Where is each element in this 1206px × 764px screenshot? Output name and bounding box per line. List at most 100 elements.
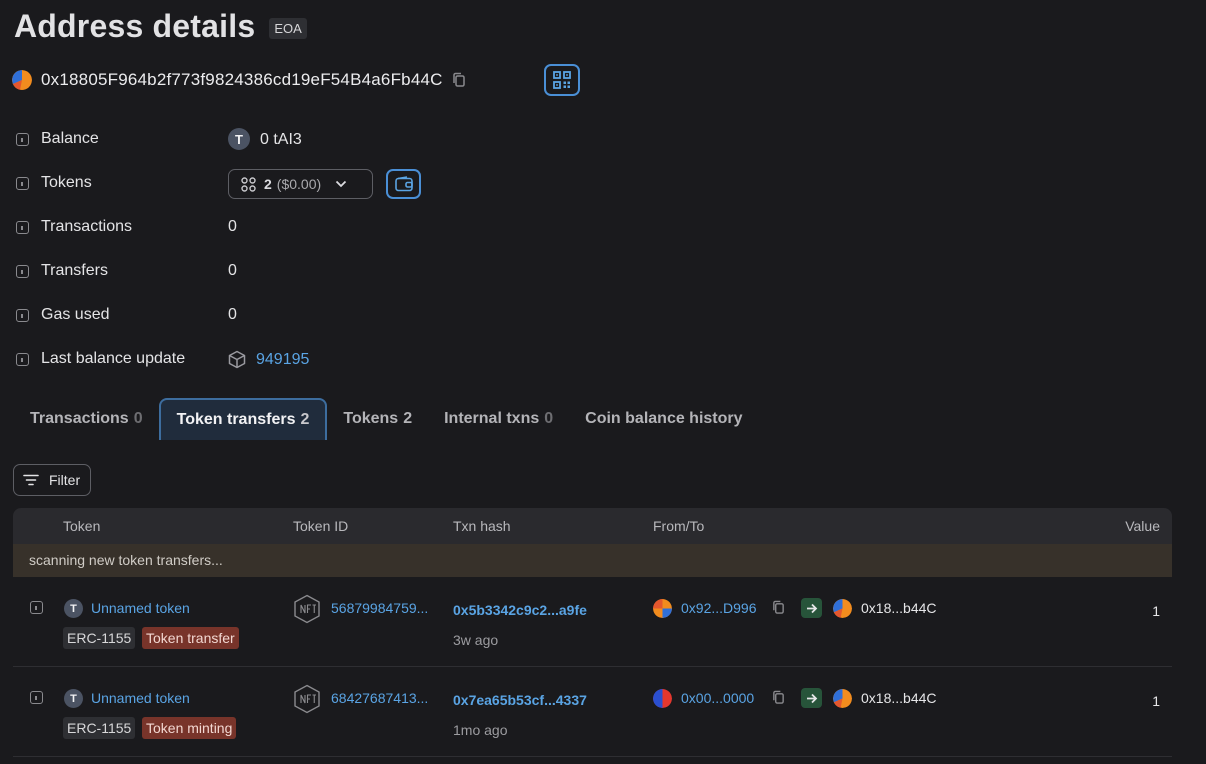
filter-label: Filter xyxy=(49,472,81,488)
page-header: Address details EOA xyxy=(14,8,307,45)
arrow-right-icon xyxy=(806,603,817,613)
column-header-token: Token xyxy=(63,518,101,534)
page-title: Address details xyxy=(14,8,256,44)
transactions-label: Transactions xyxy=(41,218,132,235)
txn-hash-link[interactable]: 0x7ea65b53cf...4337 xyxy=(453,692,587,708)
scanning-banner: scanning new token transfers... xyxy=(13,544,1172,577)
block-cube-icon xyxy=(228,350,246,369)
txn-hash-link[interactable]: 0x5b3342c9c2...a9fe xyxy=(453,602,587,618)
block-number-link[interactable]: 949195 xyxy=(256,351,309,369)
txn-age: 1mo ago xyxy=(453,722,508,738)
address-avatar xyxy=(12,70,32,90)
tab-coin-balance-history[interactable]: Coin balance history xyxy=(569,398,758,440)
transfer-value: 1 xyxy=(1152,603,1160,619)
tab-count: 2 xyxy=(403,410,413,427)
from-address-link[interactable]: 0x92...D996 xyxy=(681,600,757,616)
wallet-icon xyxy=(394,176,413,192)
token-name-link[interactable]: Unnamed token xyxy=(91,600,190,616)
filter-icon xyxy=(23,474,39,486)
direction-in-badge xyxy=(801,688,822,708)
wallet-button[interactable] xyxy=(386,169,421,199)
balance-row: Balance T 0 tAI3 xyxy=(16,118,516,162)
info-icon[interactable] xyxy=(16,177,29,190)
tab-count: 0 xyxy=(133,410,143,427)
to-avatar xyxy=(833,689,852,708)
transfer-value: 1 xyxy=(1152,693,1160,709)
token-logo-icon: T xyxy=(64,599,83,618)
balance-label: Balance xyxy=(41,130,99,147)
transfer-type-badge: Token minting xyxy=(142,717,237,739)
copy-icon[interactable] xyxy=(452,72,466,88)
tab-label: Token transfers xyxy=(176,411,296,428)
tab-internal-txns[interactable]: Internal txns 0 xyxy=(428,398,569,440)
token-id-link[interactable]: 68427687413... xyxy=(331,690,428,706)
tab-label: Coin balance history xyxy=(585,410,743,427)
table-row: T Unnamed token ERC-1155 Token minting 6… xyxy=(13,667,1172,757)
transfers-value: 0 xyxy=(228,262,237,279)
gas-used-label: Gas used xyxy=(41,306,110,323)
to-address: 0x18...b44C xyxy=(861,690,937,706)
direction-in-badge xyxy=(801,598,822,618)
qr-code-icon xyxy=(553,71,571,89)
token-id-link[interactable]: 56879984759... xyxy=(331,600,428,616)
transactions-value: 0 xyxy=(228,218,237,235)
to-address: 0x18...b44C xyxy=(861,600,937,616)
copy-icon[interactable] xyxy=(772,690,785,705)
tab-transactions[interactable]: Transactions 0 xyxy=(14,398,159,440)
tab-label: Internal txns xyxy=(444,410,540,427)
last-balance-update-row: Last balance update 949195 xyxy=(16,338,516,382)
info-icon[interactable] xyxy=(16,133,29,146)
tokens-count: 2 xyxy=(264,176,272,192)
tokens-usd: ($0.00) xyxy=(276,176,322,192)
column-header-from-to: From/To xyxy=(653,518,705,534)
txn-age: 3w ago xyxy=(453,632,499,648)
eoa-badge: EOA xyxy=(269,18,307,39)
tokens-grid-icon xyxy=(241,176,256,192)
from-avatar xyxy=(653,599,672,618)
info-icon[interactable] xyxy=(30,691,43,704)
copy-icon[interactable] xyxy=(772,600,785,615)
from-address-link[interactable]: 0x00...0000 xyxy=(681,690,754,706)
last-balance-update-value: 949195 xyxy=(228,350,309,369)
info-icon[interactable] xyxy=(16,221,29,234)
tokens-label: Tokens xyxy=(41,174,92,191)
transactions-row: Transactions 0 xyxy=(16,206,516,250)
transfer-type-badge: Token transfer xyxy=(142,627,239,649)
token-standard-badge: ERC-1155 xyxy=(63,717,136,739)
info-icon[interactable] xyxy=(16,309,29,322)
info-icon[interactable] xyxy=(16,353,29,366)
scanning-text: scanning new token transfers... xyxy=(29,552,223,568)
arrow-right-icon xyxy=(806,693,817,703)
nft-icon xyxy=(294,684,320,714)
column-header-txn-hash: Txn hash xyxy=(453,518,511,534)
tab-token-transfers[interactable]: Token transfers 2 xyxy=(158,398,328,440)
address-hash[interactable]: 0x18805F964b2f773f9824386cd19eF54B4a6Fb4… xyxy=(41,70,443,90)
token-logo-icon: T xyxy=(64,689,83,708)
nft-icon xyxy=(294,594,320,624)
info-icon[interactable] xyxy=(30,601,43,614)
token-standard-badge: ERC-1155 xyxy=(63,627,136,649)
address-tabs: Transactions 0 Token transfers 2 Tokens … xyxy=(14,398,759,440)
qr-code-button[interactable] xyxy=(544,64,580,96)
tab-tokens[interactable]: Tokens 2 xyxy=(327,398,428,440)
tab-count: 0 xyxy=(544,410,554,427)
filter-button[interactable]: Filter xyxy=(13,464,91,496)
chevron-down-icon xyxy=(336,180,347,188)
info-icon[interactable] xyxy=(16,265,29,278)
balance-value: T 0 tAI3 xyxy=(228,128,302,150)
token-name-link[interactable]: Unnamed token xyxy=(91,690,190,706)
token-transfers-table: Token Token ID Txn hash From/To Value sc… xyxy=(13,508,1172,757)
from-avatar xyxy=(653,689,672,708)
tab-label: Tokens xyxy=(343,410,399,427)
balance-amount: 0 tAI3 xyxy=(260,131,302,148)
tab-label: Transactions xyxy=(30,410,129,427)
last-balance-update-label: Last balance update xyxy=(41,350,186,367)
table-header: Token Token ID Txn hash From/To Value xyxy=(13,508,1172,544)
gas-used-value: 0 xyxy=(228,306,237,323)
table-row: T Unnamed token ERC-1155 Token transfer … xyxy=(13,577,1172,667)
gas-used-row: Gas used 0 xyxy=(16,294,516,338)
coin-logo-icon: T xyxy=(228,128,250,150)
column-header-value: Value xyxy=(1125,518,1160,534)
tokens-dropdown[interactable]: 2 ($0.00) xyxy=(228,169,373,199)
address-row: 0x18805F964b2f773f9824386cd19eF54B4a6Fb4… xyxy=(12,64,580,96)
